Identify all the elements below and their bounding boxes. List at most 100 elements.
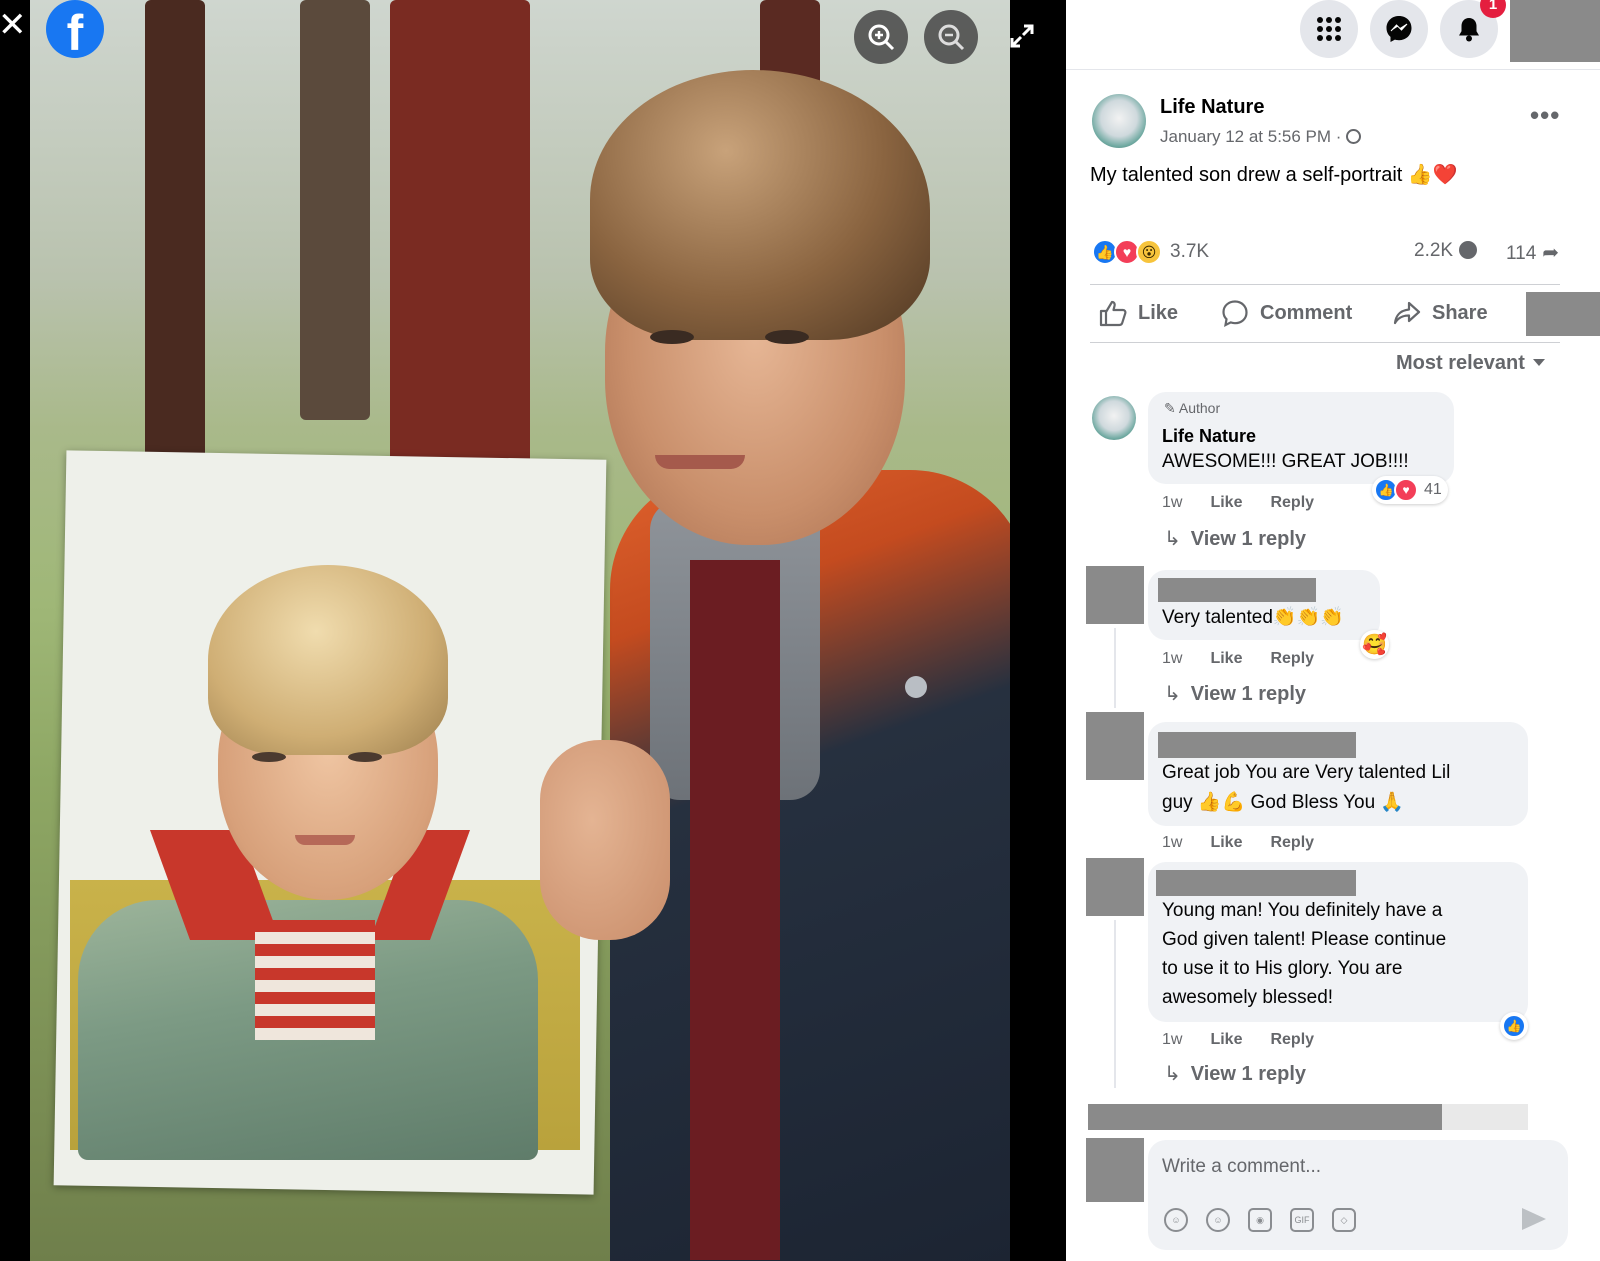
reply-arrow-icon: ↳ [1164, 528, 1181, 550]
share-button[interactable]: Share [1392, 295, 1488, 331]
zoom-out-icon [938, 24, 965, 51]
emoji-icon[interactable]: ☺ [1206, 1208, 1230, 1232]
messenger-button[interactable] [1370, 0, 1428, 58]
reply-thread-line [1114, 628, 1116, 708]
photo-tree [390, 0, 530, 470]
comment-reaction-count: 41 [1424, 481, 1442, 498]
drawing-eye [348, 752, 382, 762]
boy-scarf [690, 560, 780, 1260]
redacted-commenter-avatar[interactable] [1086, 712, 1144, 780]
redacted-commenter-avatar[interactable] [1086, 858, 1144, 916]
comment-reactions[interactable]: 👍 ♥ 41 [1372, 476, 1448, 504]
avatar-sticker-icon[interactable]: ☺ [1164, 1208, 1188, 1232]
reply-arrow-icon: ↳ [1164, 1063, 1181, 1085]
boy-hand [540, 740, 670, 940]
reactions-count: 3.7K [1170, 241, 1210, 262]
comment-text-line-2: guy 👍💪 God Bless You 🙏 [1162, 792, 1405, 813]
messenger-icon [1386, 16, 1412, 42]
redacted-profile-avatar[interactable] [1510, 0, 1600, 62]
redacted-commenter-name[interactable] [1158, 732, 1356, 758]
sort-label: Most relevant [1396, 352, 1525, 374]
close-viewer-button[interactable]: ✕ [0, 8, 27, 42]
drawing-mouth [295, 835, 355, 845]
post-author-name[interactable]: Life Nature [1160, 96, 1264, 119]
comment-meta: 1w Like Reply [1162, 494, 1314, 512]
comment-age: 1w [1162, 650, 1183, 667]
camera-icon[interactable]: ◉ [1248, 1208, 1272, 1232]
comment-text-line-1: Young man! You definitely have a [1162, 900, 1443, 921]
zoom-in-icon [868, 24, 895, 51]
reactions-summary[interactable]: 👍 ♥ 😮 3.7K [1092, 238, 1209, 266]
post-time-text: January 12 at 5:56 PM · [1160, 127, 1347, 146]
comment-reply-link[interactable]: Reply [1270, 1031, 1314, 1049]
comment-avatar[interactable] [1092, 396, 1136, 440]
send-icon[interactable] [1522, 1208, 1546, 1230]
view-replies-label: View 1 reply [1190, 683, 1307, 705]
redacted-commenter-avatar[interactable] [1086, 566, 1144, 624]
bell-icon [1459, 18, 1479, 42]
post-timestamp[interactable]: January 12 at 5:56 PM · [1160, 127, 1362, 147]
gif-icon[interactable]: GIF [1290, 1208, 1314, 1232]
view-replies-link[interactable]: ↳ View 1 reply [1164, 526, 1306, 551]
comment-text-line-3: to use it to His glory. You are [1162, 958, 1403, 979]
shares-count[interactable]: 114 ➦ [1506, 240, 1559, 265]
comment-reply-link[interactable]: Reply [1270, 834, 1314, 852]
divider [1090, 284, 1560, 285]
comment-meta: 1w Like Reply [1162, 1031, 1314, 1049]
menu-button[interactable] [1300, 0, 1358, 58]
redacted-commenter-name[interactable] [1158, 578, 1316, 602]
photo-tree [145, 0, 205, 460]
post-photo[interactable] [30, 0, 1010, 1261]
fullscreen-button[interactable] [1004, 18, 1040, 54]
comment-text: AWESOME!!! GREAT JOB!!!! [1162, 451, 1409, 472]
comment-reply-link[interactable]: Reply [1270, 494, 1314, 512]
comment-reactions[interactable]: 🥰 [1360, 630, 1389, 659]
redacted-content-bar [1088, 1104, 1442, 1130]
redacted-audience-button[interactable] [1526, 292, 1600, 336]
comments-count-text: 2.2K [1414, 240, 1454, 261]
love-reaction-icon: ♥ [1394, 478, 1418, 502]
view-replies-label: View 1 reply [1190, 528, 1307, 550]
comment-reply-link[interactable]: Reply [1270, 650, 1314, 668]
comments-count[interactable]: 2.2K [1414, 240, 1478, 262]
author-avatar[interactable] [1092, 94, 1146, 148]
share-label: Share [1432, 301, 1488, 324]
zoom-in-button[interactable] [854, 10, 908, 64]
like-button[interactable]: Like [1098, 295, 1178, 331]
view-replies-link[interactable]: ↳ View 1 reply [1164, 1061, 1306, 1086]
comment-like-link[interactable]: Like [1210, 834, 1242, 852]
comment-like-link[interactable]: Like [1210, 650, 1242, 668]
comment-meta: 1w Like Reply [1162, 834, 1314, 852]
divider [1090, 342, 1560, 343]
comment-label: Comment [1260, 301, 1353, 324]
reply-arrow-icon: ↳ [1164, 683, 1181, 705]
photo-viewer: ✕ f [0, 0, 1088, 1261]
author-badge: ✎ Author [1164, 400, 1220, 417]
comment-icon [1222, 300, 1248, 327]
comment-button[interactable]: Comment [1220, 295, 1352, 331]
drawing-shirt [255, 920, 375, 1040]
redacted-commenter-name[interactable] [1156, 870, 1356, 896]
zoom-out-button[interactable] [924, 10, 978, 64]
redacted-viewer-avatar[interactable] [1086, 1138, 1144, 1202]
comment-like-link[interactable]: Like [1210, 1031, 1242, 1049]
facebook-logo[interactable]: f [46, 0, 104, 58]
care-reaction-icon: 🥰 [1362, 634, 1387, 656]
more-options-icon[interactable]: ••• [1530, 100, 1560, 131]
comment-age: 1w [1162, 494, 1183, 511]
pencil-icon: ✎ [1164, 400, 1176, 416]
comment-like-link[interactable]: Like [1210, 494, 1242, 512]
boy-eye [765, 330, 809, 344]
comment-author-name[interactable]: Life Nature [1162, 426, 1256, 447]
comment-reactions[interactable]: 👍 [1500, 1012, 1528, 1040]
like-label: Like [1138, 301, 1179, 324]
expand-icon [1010, 24, 1034, 48]
view-replies-link[interactable]: ↳ View 1 reply [1164, 681, 1306, 706]
boy-mouth [655, 455, 745, 469]
like-reaction-icon: 👍 [1502, 1014, 1526, 1038]
sticker-icon[interactable]: ◇ [1332, 1208, 1356, 1232]
view-replies-label: View 1 reply [1190, 1063, 1307, 1085]
boy-eye [650, 330, 694, 344]
comment-sort-dropdown[interactable]: Most relevant [1396, 352, 1545, 375]
reply-thread-line [1114, 920, 1116, 1088]
